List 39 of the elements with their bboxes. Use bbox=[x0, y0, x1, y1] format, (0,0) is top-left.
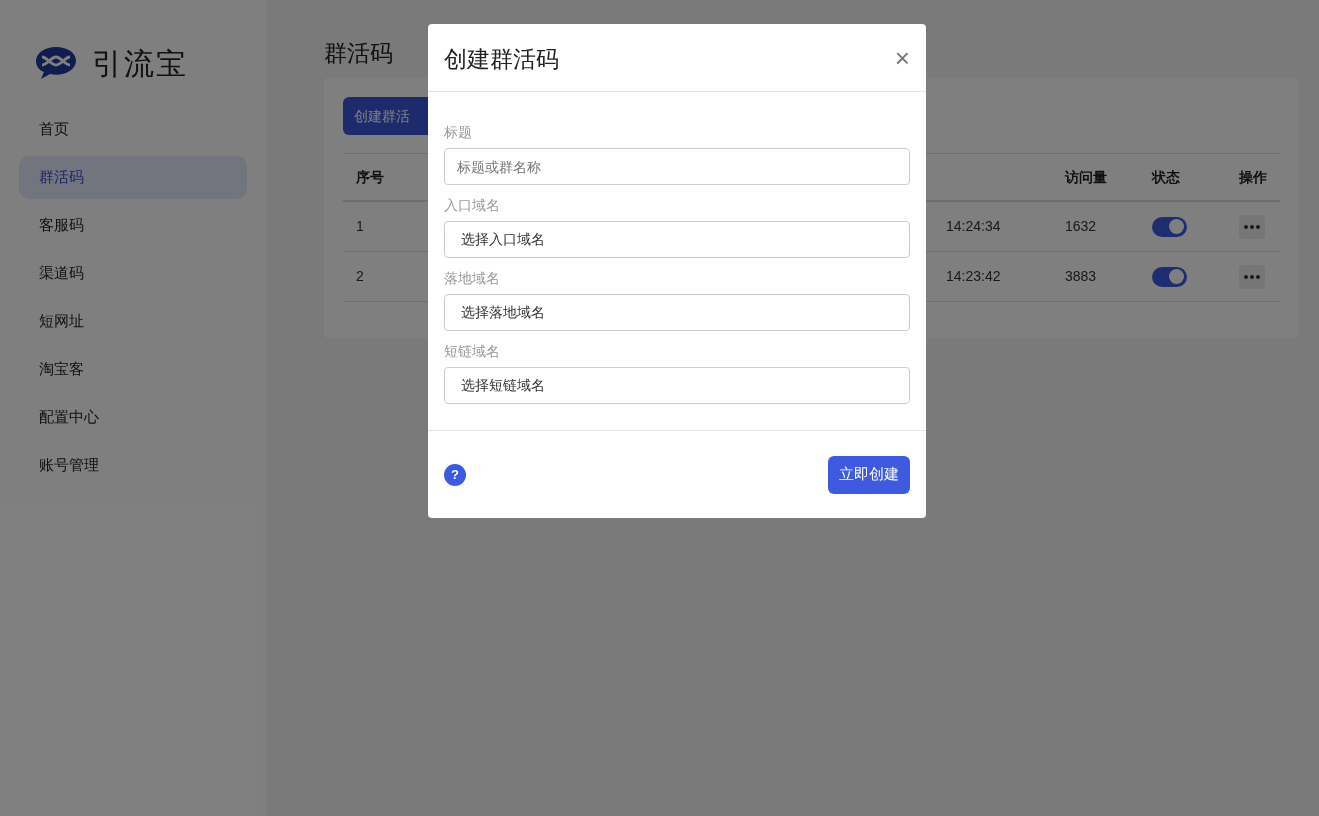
select-field[interactable]: 选择短链域名 bbox=[444, 367, 910, 404]
select-field[interactable]: 选择入口域名 bbox=[444, 221, 910, 258]
table-cell-text: 14:24:34 bbox=[945, 217, 1002, 236]
brand-name: 引流宝 bbox=[92, 45, 188, 82]
table-cell-text: 2 bbox=[355, 267, 365, 286]
more-button[interactable] bbox=[1239, 264, 1265, 289]
sidebar-item[interactable]: 账号管理 bbox=[19, 444, 247, 487]
logo-icon bbox=[36, 45, 76, 81]
table-cell-text: 1632 bbox=[1064, 217, 1098, 236]
field-label: 标题 bbox=[444, 123, 473, 142]
column-header: 访问量 bbox=[1063, 167, 1108, 187]
sidebar-item[interactable]: 配置中心 bbox=[19, 396, 247, 439]
page-title: 群活码 bbox=[324, 39, 393, 68]
column-header: 操作 bbox=[1239, 167, 1268, 187]
field-label: 入口域名 bbox=[444, 196, 501, 215]
sidebar-item[interactable]: 淘宝客 bbox=[19, 348, 247, 391]
field-label: 落地域名 bbox=[444, 269, 501, 288]
more-icon bbox=[1244, 274, 1260, 279]
sidebar-item[interactable]: 渠道码 bbox=[19, 252, 247, 295]
field-label: 短链域名 bbox=[444, 342, 501, 361]
close-button[interactable]: × bbox=[894, 44, 910, 71]
table-cell-text: 3883 bbox=[1064, 267, 1098, 286]
more-button[interactable] bbox=[1239, 214, 1265, 239]
sidebar-item[interactable]: 群活码 bbox=[19, 156, 247, 199]
status-toggle[interactable] bbox=[1152, 266, 1187, 287]
sidebar-item[interactable]: 首页 bbox=[19, 108, 247, 151]
create-now-button[interactable]: 立即创建 bbox=[828, 455, 910, 494]
dialog-title: 创建群活码 bbox=[444, 44, 559, 74]
more-icon bbox=[1244, 224, 1260, 229]
column-header: 状态 bbox=[1150, 167, 1181, 187]
column-header: 序号 bbox=[355, 167, 385, 187]
status-toggle[interactable] bbox=[1152, 216, 1187, 237]
sidebar-item[interactable]: 短网址 bbox=[19, 300, 247, 343]
help-icon[interactable]: ? bbox=[444, 463, 466, 486]
select-field[interactable]: 选择落地域名 bbox=[444, 294, 910, 331]
sidebar-item[interactable]: 客服码 bbox=[19, 204, 247, 247]
table-cell-text: 14:23:42 bbox=[945, 267, 1002, 286]
input-field[interactable]: 标题或群名称 bbox=[444, 148, 910, 185]
table-cell-text: 1 bbox=[355, 217, 365, 236]
